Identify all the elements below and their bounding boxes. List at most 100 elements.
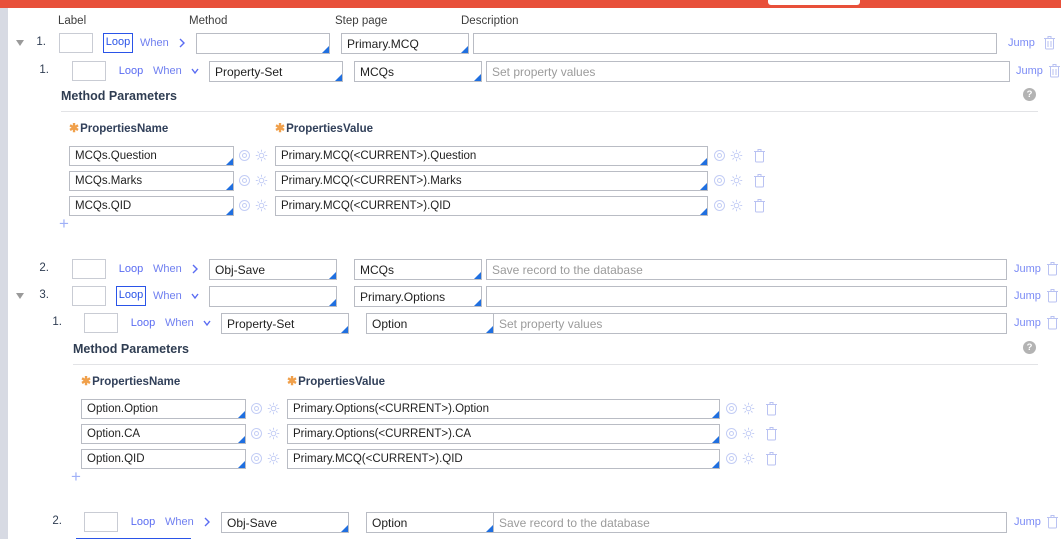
when-toggle[interactable]: When [153, 286, 182, 306]
loop-toggle[interactable]: Loop [128, 512, 158, 532]
property-value-input[interactable]: Primary.Options(<CURRENT>).CA [287, 424, 720, 444]
add-parameter-button[interactable]: + [71, 468, 81, 485]
twisty-icon[interactable] [15, 291, 25, 301]
target-icon[interactable] [250, 402, 263, 415]
step-page-input[interactable]: Primary.Options [354, 286, 482, 307]
step-label-input[interactable] [84, 313, 118, 333]
help-icon[interactable]: ? [1023, 88, 1036, 101]
property-value-input[interactable]: Primary.Options(<CURRENT>).Option [287, 399, 720, 419]
gear-icon[interactable] [255, 199, 268, 212]
description-input[interactable]: Save record to the database [486, 259, 1007, 280]
jump-link[interactable]: Jump [1014, 313, 1041, 334]
gear-icon[interactable] [742, 427, 755, 440]
target-icon[interactable] [713, 174, 726, 187]
add-parameter-button[interactable]: + [59, 215, 69, 232]
method-input[interactable]: Property-Set [209, 61, 343, 82]
property-value-input[interactable]: Primary.MCQ(<CURRENT>).Question [275, 146, 708, 166]
property-name-input[interactable]: Option.QID [81, 449, 246, 469]
description-input[interactable] [486, 286, 1007, 307]
trash-icon[interactable] [1043, 35, 1056, 50]
gear-icon[interactable] [267, 427, 280, 440]
when-toggle[interactable]: When [165, 313, 194, 333]
property-value-input[interactable]: Primary.MCQ(<CURRENT>).QID [275, 196, 708, 216]
description-input[interactable]: Save record to the database [493, 512, 1007, 533]
method-input[interactable]: Property-Set [221, 313, 349, 334]
when-toggle[interactable]: When [153, 61, 182, 81]
loop-toggle[interactable]: Loop [116, 259, 146, 279]
jump-link[interactable]: Jump [1014, 286, 1041, 307]
chevron-down-icon[interactable] [188, 61, 202, 81]
trash-icon[interactable] [765, 451, 778, 466]
target-icon[interactable] [725, 427, 738, 440]
step-label-input[interactable] [72, 259, 106, 279]
jump-link[interactable]: Jump [1016, 61, 1043, 82]
trash-icon[interactable] [1046, 514, 1059, 529]
step-page-input[interactable]: MCQs [354, 61, 482, 82]
loop-toggle[interactable]: Loop [116, 61, 146, 81]
target-icon[interactable] [238, 199, 251, 212]
chevron-down-icon[interactable] [188, 286, 202, 306]
chevron-down-icon[interactable] [175, 33, 189, 53]
trash-icon[interactable] [1046, 288, 1059, 303]
trash-icon[interactable] [1048, 63, 1061, 78]
target-icon[interactable] [238, 149, 251, 162]
target-icon[interactable] [250, 452, 263, 465]
trash-icon[interactable] [753, 148, 766, 163]
property-value-input[interactable]: Primary.MCQ(<CURRENT>).Marks [275, 171, 708, 191]
method-input[interactable] [209, 286, 337, 307]
description-input[interactable] [473, 33, 997, 54]
target-icon[interactable] [713, 199, 726, 212]
trash-icon[interactable] [765, 401, 778, 416]
when-toggle[interactable]: When [153, 259, 182, 279]
gear-icon[interactable] [742, 402, 755, 415]
active-tab-indicator[interactable] [768, 0, 860, 5]
target-icon[interactable] [713, 149, 726, 162]
property-value-input[interactable]: Primary.MCQ(<CURRENT>).QID [287, 449, 720, 469]
target-icon[interactable] [725, 402, 738, 415]
step-page-input[interactable]: Primary.MCQ [341, 33, 469, 54]
jump-link[interactable]: Jump [1014, 259, 1041, 280]
gear-icon[interactable] [255, 174, 268, 187]
gear-icon[interactable] [730, 174, 743, 187]
target-icon[interactable] [238, 174, 251, 187]
chevron-right-icon[interactable] [200, 512, 214, 532]
trash-icon[interactable] [1046, 261, 1059, 276]
loop-toggle[interactable]: Loop [128, 313, 158, 333]
target-icon[interactable] [725, 452, 738, 465]
property-name-input[interactable]: Option.CA [81, 424, 246, 444]
method-input[interactable]: Obj-Save [209, 259, 337, 280]
gear-icon[interactable] [730, 149, 743, 162]
method-input[interactable]: Obj-Save [221, 512, 349, 533]
property-name-input[interactable]: MCQs.Marks [69, 171, 234, 191]
step-page-input[interactable]: Option [366, 512, 494, 533]
trash-icon[interactable] [753, 173, 766, 188]
gear-icon[interactable] [267, 452, 280, 465]
step-label-input[interactable] [72, 286, 106, 306]
when-toggle[interactable]: When [140, 33, 169, 53]
jump-link[interactable]: Jump [1008, 33, 1035, 54]
step-page-input[interactable]: Option [366, 313, 494, 334]
step-page-input[interactable]: MCQs [354, 259, 482, 280]
step-label-input[interactable] [84, 512, 118, 532]
step-label-input[interactable] [59, 33, 93, 53]
description-input[interactable]: Set property values [493, 313, 1007, 334]
step-label-input[interactable] [72, 61, 106, 81]
chevron-right-icon[interactable] [188, 259, 202, 279]
when-toggle[interactable]: When [165, 512, 194, 532]
gear-icon[interactable] [730, 199, 743, 212]
trash-icon[interactable] [765, 426, 778, 441]
loop-toggle[interactable]: Loop [116, 286, 146, 306]
gear-icon[interactable] [255, 149, 268, 162]
description-input[interactable]: Set property values [486, 61, 1010, 82]
jump-link[interactable]: Jump [1014, 512, 1041, 533]
property-name-input[interactable]: MCQs.QID [69, 196, 234, 216]
gear-icon[interactable] [742, 452, 755, 465]
property-name-input[interactable]: MCQs.Question [69, 146, 234, 166]
property-name-input[interactable]: Option.Option [81, 399, 246, 419]
method-input[interactable] [196, 33, 330, 54]
chevron-down-icon[interactable] [200, 313, 214, 333]
gear-icon[interactable] [267, 402, 280, 415]
loop-toggle[interactable]: Loop [103, 33, 133, 53]
trash-icon[interactable] [1046, 315, 1059, 330]
help-icon[interactable]: ? [1023, 341, 1036, 354]
